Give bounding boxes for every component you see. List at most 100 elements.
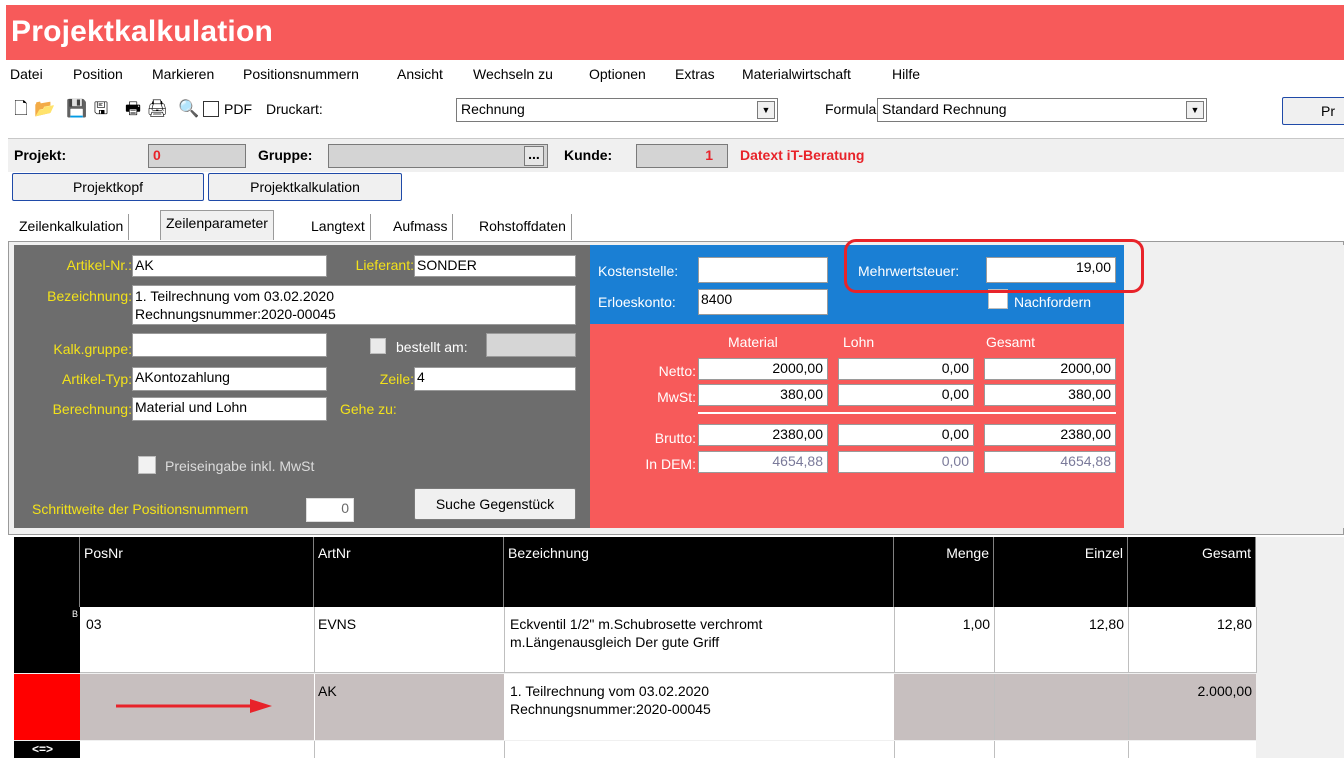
grid-header-posnr[interactable]: PosNr [80,537,314,607]
grid-header-gesamt[interactable]: Gesamt [1128,537,1256,607]
tab-zeilenkalkulation[interactable]: Zeilenkalkulation [14,214,130,240]
artikel-typ-input[interactable]: AKontozahlung [132,367,327,391]
row-marker[interactable]: <=> [14,741,80,758]
kalk-gruppe-label: Kalk.gruppe: [53,341,132,357]
artikel-nr-input[interactable]: AK [132,255,327,277]
save-all-icon[interactable]: 🖫 [90,98,112,120]
table-row[interactable] [80,741,1256,758]
grid-header-bezeichnung[interactable]: Bezeichnung [504,537,894,607]
formular-label: Formular: [825,101,885,117]
dem-gesamt: 4654,88 [984,451,1116,473]
menu-ansicht[interactable]: Ansicht [397,66,443,82]
new-document-icon[interactable]: 🗋 [10,98,32,120]
lieferant-input[interactable]: SONDER [414,255,576,277]
druckart-label: Druckart: [266,101,323,117]
dem-material: 4654,88 [698,451,828,473]
bezeichnung-label: Bezeichnung: [47,288,132,304]
brutto-gesamt: 2380,00 [984,424,1116,446]
druckart-select[interactable]: Rechnung ▼ [456,98,778,122]
row-einzel: 12,80 [1088,616,1124,632]
druckart-value: Rechnung [461,101,525,117]
menu-position[interactable]: Position [73,66,123,82]
row-bezeichnung-2: m.Längenausgleich Der gute Griff [510,634,720,650]
open-folder-icon[interactable]: 📂 [34,98,56,120]
menu-datei[interactable]: Datei [10,66,43,82]
erloeskonto-input[interactable]: 8400 [698,289,828,315]
gruppe-lookup-button[interactable]: ... [524,146,544,166]
gehe-zu-label: Gehe zu: [340,401,397,417]
chevron-down-icon[interactable]: ▼ [757,101,775,119]
tab-aufmass[interactable]: Aufmass [388,214,454,240]
bestellt-input[interactable] [486,333,576,357]
kalk-gruppe-input[interactable] [132,333,327,357]
print-preview-icon[interactable]: 🔍 [178,98,200,120]
account-panel: Kostenstelle: Erloeskonto: 8400 Mehrwert… [590,239,1144,324]
zeile-input[interactable]: 4 [414,367,576,391]
menu-positionsnummern[interactable]: Positionsnummern [243,66,359,82]
kunde-field[interactable]: 1 [636,144,728,168]
suche-gegenstueck-button[interactable]: Suche Gegenstück [414,488,576,520]
gruppe-label: Gruppe: [258,147,313,163]
print-setup-icon[interactable]: 🖨 [146,98,168,120]
mwst-gesamt: 380,00 [984,384,1116,406]
kunde-name: Datext iT-Beratung [740,147,865,163]
projektkopf-button[interactable]: Projektkopf [12,173,204,201]
projekt-label: Projekt: [14,147,67,163]
parameters-panel: Artikel-Nr.: AK Lieferant: SONDER Bezeic… [14,245,590,528]
schrittweite-input[interactable]: 0 [306,498,354,522]
arrow-right-icon [116,699,272,713]
kostenstelle-input[interactable] [698,257,828,283]
row-marker-selected[interactable] [14,674,80,740]
print-icon[interactable]: 🖶 [122,98,144,120]
grid-header-einzel[interactable]: Einzel [994,537,1128,607]
berechnung-label: Berechnung: [52,401,132,417]
row-bezeichnung: 1. Teilrechnung vom 03.02.2020 [510,683,709,699]
lieferant-label: Lieferant: [355,257,414,273]
grid-header-menge[interactable]: Menge [894,537,994,607]
mwst-lohn: 0,00 [838,384,974,406]
row-marker[interactable]: B [14,607,80,673]
menu-extras[interactable]: Extras [675,66,715,82]
chevron-down-icon[interactable]: ▼ [1186,101,1204,119]
row-gesamt: 2.000,00 [1197,683,1253,699]
row-marker-label: <=> [32,742,54,756]
menu-markieren[interactable]: Markieren [152,66,214,82]
menu-wechseln-zu[interactable]: Wechseln zu [473,66,553,82]
bezeichnung-line: Rechnungsnummer:2020-00045 [135,306,336,322]
totals-divider [698,412,1116,414]
save-icon[interactable]: 💾 [66,98,88,120]
projektkalkulation-button[interactable]: Projektkalkulation [208,173,402,201]
bezeichnung-input[interactable]: 1. Teilrechnung vom 03.02.2020 Rechnungs… [132,285,576,325]
row-artnr: AK [318,683,337,699]
row-bezeichnung: Eckventil 1/2" m.Schubrosette verchromt [510,616,763,632]
project-bar: Projekt: 0 Gruppe: ... Kunde: 1 Datext i… [8,138,1344,172]
bestellt-checkbox[interactable] [370,338,386,354]
menu-materialwirtschaft[interactable]: Materialwirtschaft [742,66,851,82]
row-bezeichnung-2: Rechnungsnummer:2020-00045 [510,701,711,717]
row-marker-label: B [71,609,78,619]
brutto-material: 2380,00 [698,424,828,446]
preiseingabe-checkbox[interactable] [138,456,156,474]
menu-optionen[interactable]: Optionen [589,66,646,82]
nachfordern-label: Nachfordern [1014,294,1092,310]
tab-langtext[interactable]: Langtext [306,214,371,240]
netto-label: Netto: [658,363,696,379]
grid-header-artnr[interactable]: ArtNr [314,537,504,607]
mwst-material: 380,00 [698,384,828,406]
menu-bar: Datei Position Markieren Positionsnummer… [10,63,1344,87]
formular-select[interactable]: Standard Rechnung ▼ [877,98,1207,122]
tab-zeilenparameter[interactable]: Zeilenparameter [160,210,274,240]
print-button[interactable]: Pr [1282,97,1344,125]
kostenstelle-label: Kostenstelle: [598,263,679,279]
projekt-field[interactable]: 0 [148,144,246,168]
toolbar: 🗋 📂 💾 🖫 🖶 🖨 🔍 PDF Druckart: Rechnung ▼ F… [10,93,1344,129]
pdf-checkbox[interactable] [203,101,219,117]
totals-panel: Material Lohn Gesamt Netto: 2000,00 0,00… [590,324,1124,528]
tab-rohstoffdaten[interactable]: Rohstoffdaten [474,214,572,240]
gruppe-field[interactable] [328,144,548,168]
row-menge: 1,00 [962,616,990,632]
schrittweite-label: Schrittweite der Positionsnummern [32,501,249,517]
berechnung-input[interactable]: Material und Lohn [132,397,327,421]
menu-hilfe[interactable]: Hilfe [892,66,920,82]
artikel-nr-label: Artikel-Nr.: [66,257,132,273]
